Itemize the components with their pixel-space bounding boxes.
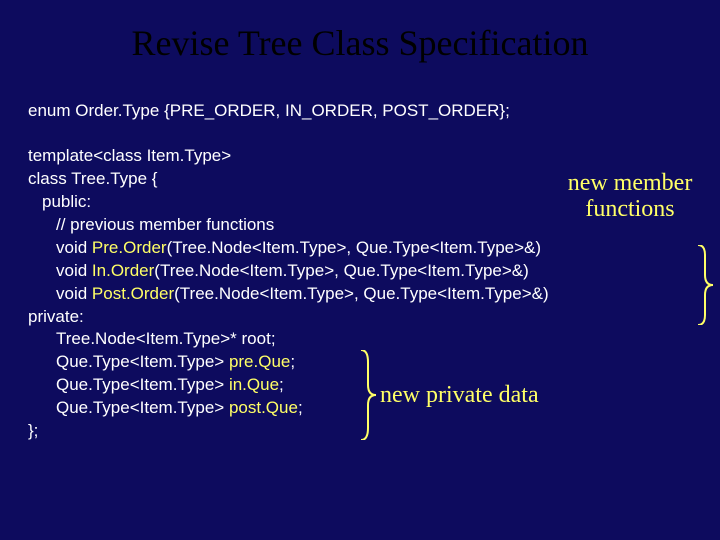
enum-line: enum Order.Type {PRE_ORDER, IN_ORDER, PO… <box>28 100 549 123</box>
code-line: void Post.Order(Tree.Node<Item.Type>, Qu… <box>28 283 549 306</box>
code-line: // previous member functions <box>28 214 549 237</box>
code-line: }; <box>28 420 549 443</box>
slide-title: Revise Tree Class Specification <box>0 0 720 64</box>
code-line: template<class Item.Type> <box>28 145 549 168</box>
code-line: Que.Type<Item.Type> pre.Que; <box>28 351 549 374</box>
code-line: void Pre.Order(Tree.Node<Item.Type>, Que… <box>28 237 549 260</box>
code-line: Tree.Node<Item.Type>* root; <box>28 328 549 351</box>
brace-icon <box>358 350 378 440</box>
code-line: public: <box>28 191 549 214</box>
annotation-new-members: new member functions <box>555 170 705 223</box>
code-line: void In.Order(Tree.Node<Item.Type>, Que.… <box>28 260 549 283</box>
annotation-new-private: new private data <box>380 382 539 408</box>
code-line: private: <box>28 306 549 329</box>
brace-icon <box>695 245 715 325</box>
code-line: class Tree.Type { <box>28 168 549 191</box>
